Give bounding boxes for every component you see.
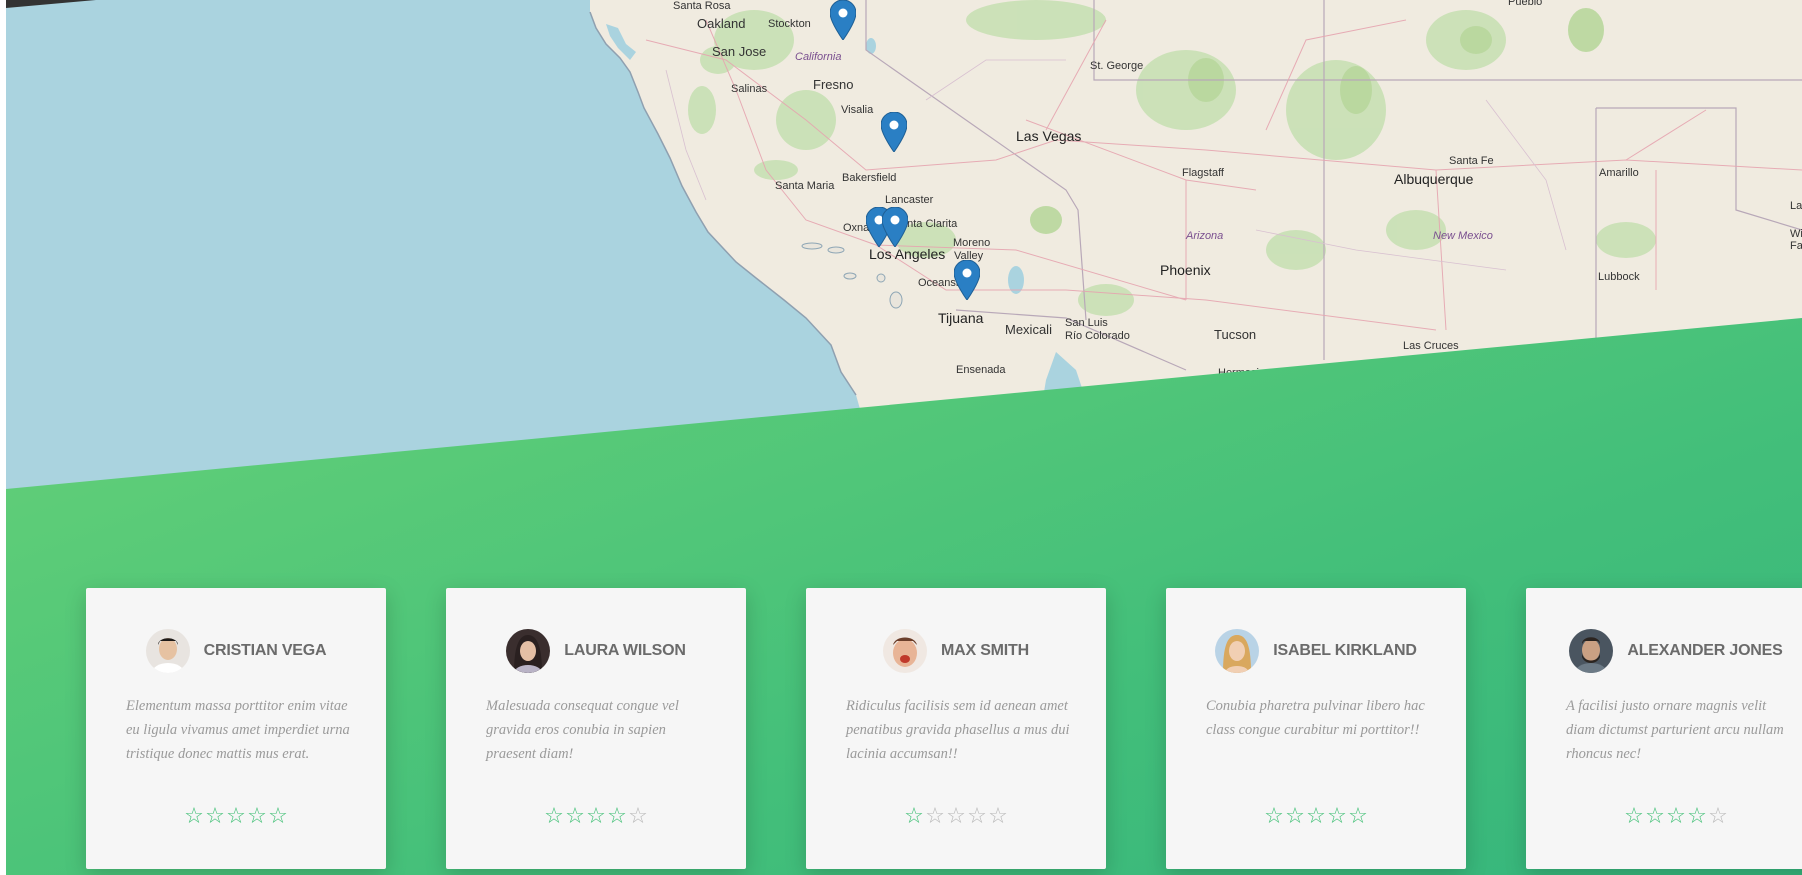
star-icon: ☆: [205, 804, 225, 829]
star-icon: ☆: [967, 804, 987, 829]
star-icon: ☆: [925, 804, 945, 829]
star-icon: ☆: [904, 804, 924, 829]
map-label-flagstaff: Flagstaff: [1182, 167, 1224, 179]
map-pin-icon[interactable]: [954, 260, 980, 300]
testimonial-card: ISABEL KIRKLAND Conubia pharetra pulvina…: [1166, 588, 1466, 869]
map-label-visalia: Visalia: [841, 104, 874, 116]
map-label-moreno-valley: Moreno: [953, 237, 991, 249]
testimonial-header: LAURA WILSON: [446, 628, 746, 674]
star-rating: ☆☆☆☆☆: [86, 806, 386, 828]
testimonial-header: MAX SMITH: [806, 628, 1106, 674]
map-label-pueblo: Pueblo: [1508, 0, 1543, 8]
star-rating: ☆☆☆☆☆: [1166, 806, 1466, 828]
star-rating: ☆☆☆☆☆: [806, 806, 1106, 828]
testimonial-text: Elementum massa porttitor enim vitae eu …: [126, 698, 350, 762]
map-label-amarillo: Amarillo: [1599, 167, 1639, 179]
map-label-fa: Fa: [1790, 240, 1802, 252]
avatar: [145, 629, 190, 673]
map-label-law: Law: [1790, 200, 1802, 212]
testimonial-card: LAURA WILSON Malesuada consequat congue …: [446, 588, 746, 869]
map-label-mexicali: Mexicali: [1005, 322, 1052, 337]
testimonial-card: MAX SMITH Ridiculus facilisis sem id aen…: [806, 588, 1106, 869]
testimonial-text: Ridiculus facilisis sem id aenean amet p…: [846, 698, 1070, 762]
map-label-las-cruces: Las Cruces: [1403, 340, 1459, 352]
star-icon: ☆: [946, 804, 966, 829]
map-label-oakland: Oakland: [697, 16, 746, 31]
map-label-bakersfield: Bakersfield: [842, 172, 897, 184]
testimonial-header: ISABEL KIRKLAND: [1166, 628, 1466, 674]
map-label-albuquerque: Albuquerque: [1394, 171, 1474, 187]
testimonial-text: A facilisi justo ornare magnis velit dia…: [1566, 698, 1784, 762]
map-label-los-angeles: Los Angeles: [869, 246, 946, 262]
map-label-santa-rosa: Santa Rosa: [673, 0, 731, 12]
star-icon: ☆: [1348, 804, 1368, 829]
star-icon: ☆: [1306, 804, 1326, 829]
testimonial-header: CRISTIAN VEGA: [86, 628, 386, 674]
testimonial-author: ALEXANDER JONES: [1627, 642, 1783, 659]
page-left-edge: [0, 0, 6, 875]
map-label-santa-fe: Santa Fe: [1449, 155, 1494, 167]
testimonials-row: CRISTIAN VEGA Elementum massa porttitor …: [0, 588, 1802, 875]
map-pin-icon[interactable]: [882, 207, 908, 247]
testimonial-author: LAURA WILSON: [564, 642, 686, 659]
avatar: [1215, 629, 1260, 673]
map-label-santa-maria: Santa Maria: [775, 180, 835, 192]
testimonial-author: CRISTIAN VEGA: [203, 642, 327, 659]
star-icon: ☆: [268, 804, 288, 829]
map-label-san-jose: San Jose: [712, 44, 767, 59]
map-label-lubbock: Lubbock: [1598, 271, 1640, 283]
star-icon: ☆: [1285, 804, 1305, 829]
map-pin-icon[interactable]: [830, 0, 856, 40]
map-pin-icon[interactable]: [881, 112, 907, 152]
map-label-tucson: Tucson: [1214, 327, 1257, 342]
star-icon: ☆: [586, 804, 606, 829]
map-label-tijuana: Tijuana: [938, 310, 984, 326]
map-label-arizona: Arizona: [1186, 230, 1224, 242]
testimonial-author: ISABEL KIRKLAND: [1273, 642, 1417, 659]
map-label-santa-clarita: anta Clarita: [901, 218, 958, 230]
map-label-san-luis: San Luis: [1065, 317, 1108, 329]
star-icon: ☆: [1264, 804, 1284, 829]
map-label-new-mexico: New Mexico: [1433, 230, 1493, 242]
avatar: [883, 629, 927, 673]
map-label-phoenix: Phoenix: [1160, 262, 1211, 278]
star-icon: ☆: [1666, 804, 1686, 829]
star-icon: ☆: [1645, 804, 1665, 829]
star-icon: ☆: [1687, 804, 1707, 829]
star-icon: ☆: [247, 804, 267, 829]
testimonial-text: Conubia pharetra pulvinar libero hac cla…: [1206, 698, 1425, 738]
map-label-california: California: [795, 51, 842, 63]
star-icon: ☆: [1327, 804, 1347, 829]
map-label-ensenada: Ensenada: [956, 364, 1006, 376]
star-icon: ☆: [565, 804, 585, 829]
star-icon: ☆: [1624, 804, 1644, 829]
star-icon: ☆: [226, 804, 246, 829]
star-icon: ☆: [184, 804, 204, 829]
testimonial-header: ALEXANDER JONES: [1526, 628, 1802, 674]
avatar: [506, 629, 551, 673]
testimonial-card: CRISTIAN VEGA Elementum massa porttitor …: [86, 588, 386, 869]
map-label-fresno: Fresno: [813, 77, 854, 92]
star-icon: ☆: [1708, 804, 1728, 829]
star-icon: ☆: [988, 804, 1008, 829]
star-icon: ☆: [544, 804, 564, 829]
star-rating: ☆☆☆☆☆: [1526, 806, 1802, 828]
map-label-las-vegas: Las Vegas: [1016, 128, 1082, 144]
avatar: [1569, 629, 1614, 673]
map-label-stockton: Stockton: [768, 18, 811, 30]
star-rating: ☆☆☆☆☆: [446, 806, 746, 828]
map-label-wic: Wic: [1790, 228, 1802, 240]
map-label-lancaster: Lancaster: [885, 194, 934, 206]
testimonial-card: ALEXANDER JONES A facilisi justo ornare …: [1526, 588, 1802, 869]
map-label-salinas: Salinas: [731, 83, 768, 95]
star-icon: ☆: [607, 804, 627, 829]
map-label-rio-colorado: Río Colorado: [1065, 330, 1130, 342]
testimonial-author: MAX SMITH: [941, 642, 1029, 659]
map-label-st-george: St. George: [1090, 60, 1144, 72]
testimonial-text: Malesuada consequat congue vel gravida e…: [486, 698, 679, 762]
star-icon: ☆: [628, 804, 648, 829]
